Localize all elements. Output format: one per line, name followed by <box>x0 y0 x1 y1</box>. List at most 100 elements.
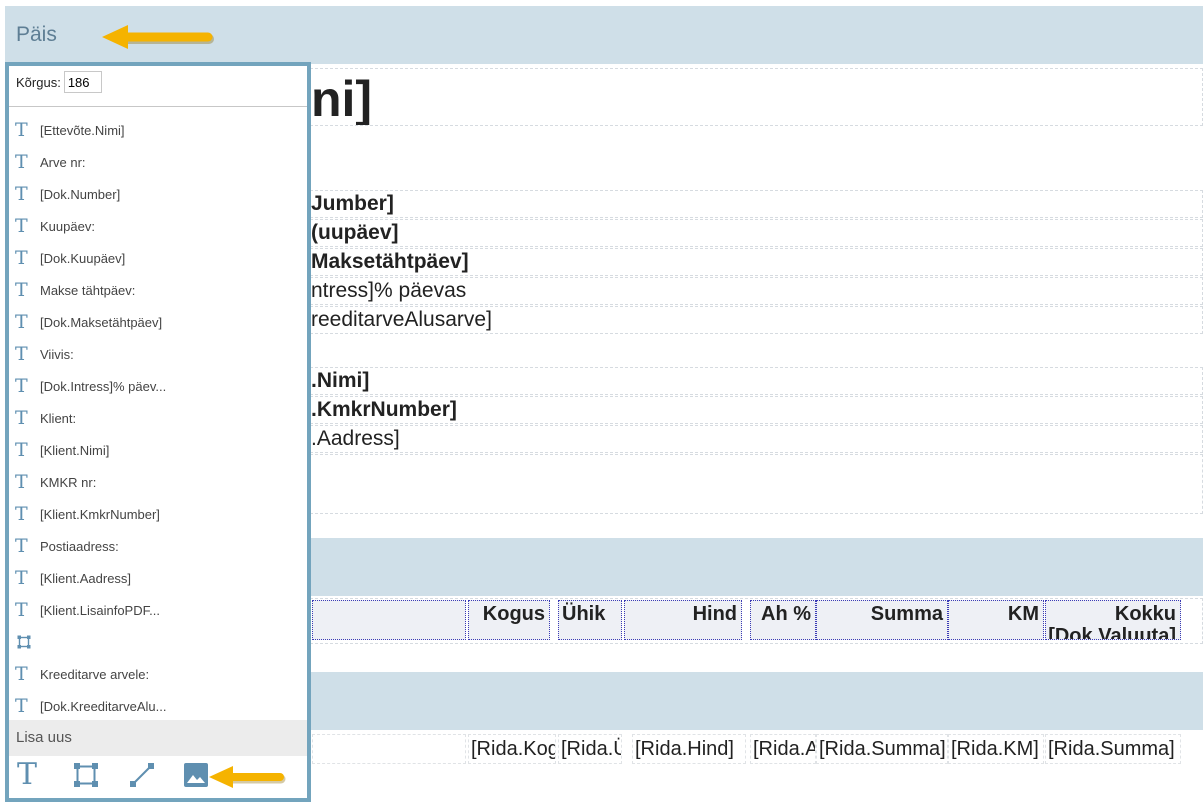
row-cell-km-text: [Rida.KM] <box>951 738 1039 760</box>
rectangle-icon <box>17 635 31 649</box>
element-item[interactable]: T Kreeditarve arvele: <box>9 658 307 690</box>
add-text-button[interactable]: T <box>17 760 47 790</box>
row-cell-km[interactable]: [Rida.KM] <box>948 734 1044 764</box>
canvas-client-address[interactable]: .Aadress] <box>310 425 1203 453</box>
element-item-label: [Dok.Number] <box>40 186 121 202</box>
col-header-kogus-text: Kogus <box>482 603 545 625</box>
height-label: Kõrgus: <box>16 74 61 90</box>
element-item[interactable]: T Postiaadress: <box>9 530 307 562</box>
canvas-client-kmkr-text: .KmkrNumber] <box>311 398 457 421</box>
row-cell-summa[interactable]: [Rida.Summa] <box>816 734 948 764</box>
row-cell-hind[interactable]: [Rida.Hind] <box>632 734 746 764</box>
text-icon: T <box>15 311 28 333</box>
col-header-km[interactable]: KM <box>948 600 1044 640</box>
canvas-dok-interest-text: ntress]% päevas <box>311 279 467 302</box>
element-item-label: [Dok.Kuupäev] <box>40 250 126 266</box>
element-list: T [Ettevõte.Nimi] T Arve nr: T [Dok.Number]… <box>9 114 307 722</box>
row-cell-uhik-text: [Rida.Ühik] <box>561 738 621 760</box>
element-item-label: [Dok.Intress]% päev... <box>40 378 167 394</box>
element-item-label: KMKR nr: <box>40 474 97 490</box>
arrow-annotation-icon <box>102 25 214 49</box>
canvas-dok-credit[interactable]: reeditarveAlusarve] <box>310 306 1203 334</box>
canvas-dok-due-text: Maksetähtpäev] <box>311 250 469 273</box>
element-item-label: Arve nr: <box>40 154 86 170</box>
canvas-dok-date[interactable]: (uupäev] <box>310 219 1203 247</box>
section-title-header: Päis <box>16 23 57 46</box>
text-icon: T <box>15 599 28 621</box>
canvas-dok-date-text: (uupäev] <box>311 221 399 244</box>
text-icon: T <box>15 695 28 717</box>
col-header-hind[interactable]: Hind <box>624 600 742 640</box>
text-icon: T <box>15 151 28 173</box>
element-item-label: Viivis: <box>40 346 74 362</box>
element-item[interactable]: T [Dok.KreeditarveAlu... <box>9 690 307 722</box>
row-cell-ah-text: [Rida.Ah] <box>753 738 815 760</box>
col-header-summa[interactable]: Summa <box>816 600 948 640</box>
element-item[interactable]: T [Klient.Nimi] <box>9 434 307 466</box>
canvas-dok-interest[interactable]: ntress]% päevas <box>310 277 1203 305</box>
element-item[interactable]: T KMKR nr: <box>9 466 307 498</box>
text-icon: T <box>15 407 28 429</box>
panel-divider <box>9 106 307 107</box>
text-icon: T <box>15 343 28 365</box>
element-item-label: [Klient.Aadress] <box>40 570 132 586</box>
element-item-rectangle[interactable] <box>9 626 307 658</box>
text-icon: T <box>15 567 28 589</box>
canvas-company-name[interactable]: ni] <box>310 68 1203 126</box>
col-header-uhik[interactable]: Ühik <box>558 600 622 640</box>
canvas-client-extra[interactable] <box>310 454 1203 514</box>
element-item[interactable]: T Arve nr: <box>9 146 307 178</box>
element-item[interactable]: T Makse tähtpäev: <box>9 274 307 306</box>
element-item[interactable]: T [Klient.KmkrNumber] <box>9 498 307 530</box>
add-line-button[interactable] <box>129 760 159 790</box>
canvas-dok-number[interactable]: Jumber] <box>310 190 1203 218</box>
add-rectangle-button[interactable] <box>73 760 103 790</box>
canvas-client-name-text: .Nimi] <box>311 369 370 392</box>
canvas-dok-number-text: Jumber] <box>311 192 394 215</box>
row-cell-description[interactable] <box>312 734 466 764</box>
add-new-label: Lisa uus <box>16 729 72 746</box>
element-item[interactable]: T [Klient.LisainfoPDF... <box>9 594 307 626</box>
add-new-section: Lisa uus <box>9 720 307 756</box>
element-item-label: Klient: <box>40 410 77 426</box>
text-icon: T <box>15 471 28 493</box>
element-item[interactable]: T [Klient.Aadress] <box>9 562 307 594</box>
row-cell-uhik[interactable]: [Rida.Ühik] <box>558 734 622 764</box>
rectangle-tool-icon <box>74 763 98 787</box>
text-icon: T <box>15 503 28 525</box>
height-input[interactable] <box>63 71 102 93</box>
canvas-dok-due[interactable]: Maksetähtpäev] <box>310 248 1203 276</box>
element-item[interactable]: T Viivis: <box>9 338 307 370</box>
canvas-client-address-text: .Aadress] <box>311 427 400 450</box>
text-icon: T <box>15 215 28 237</box>
element-item-label: Kreeditarve arvele: <box>40 666 150 682</box>
row-cell-kogus[interactable]: [Rida.Kogus] <box>468 734 556 764</box>
height-row: Kõrgus: <box>16 71 102 93</box>
text-icon: T <box>15 247 28 269</box>
col-header-ah[interactable]: Ah % <box>750 600 816 640</box>
col-header-kokku-text: Kokku [Dok.Valuuta] <box>1048 603 1176 640</box>
text-tool-icon: T <box>17 757 38 792</box>
canvas-client-kmkr[interactable]: .KmkrNumber] <box>310 396 1203 424</box>
elements-panel: Kõrgus: T [Ettevõte.Nimi] T Arve nr: T [Dok… <box>5 62 311 802</box>
element-item-label: [Klient.KmkrNumber] <box>40 506 160 522</box>
element-item-label: [Ettevõte.Nimi] <box>40 122 125 138</box>
col-header-kokku[interactable]: Kokku [Dok.Valuuta] <box>1045 600 1181 640</box>
element-item[interactable]: T [Dok.Number] <box>9 178 307 210</box>
text-icon: T <box>15 439 28 461</box>
row-cell-kokku[interactable]: [Rida.Summa] <box>1045 734 1181 764</box>
element-item[interactable]: T Kuupäev: <box>9 210 307 242</box>
element-item[interactable]: T [Dok.Kuupäev] <box>9 242 307 274</box>
element-item[interactable]: T [Ettevõte.Nimi] <box>9 114 307 146</box>
canvas-client-name[interactable]: .Nimi] <box>310 367 1203 395</box>
element-item[interactable]: T Klient: <box>9 402 307 434</box>
row-cell-ah[interactable]: [Rida.Ah] <box>750 734 816 764</box>
col-header-hind-text: Hind <box>692 603 737 625</box>
col-header-kogus[interactable]: Kogus <box>468 600 550 640</box>
col-header-description[interactable] <box>312 600 466 640</box>
text-icon: T <box>15 119 28 141</box>
canvas-dok-credit-text: reeditarveAlusarve] <box>311 308 492 331</box>
element-item[interactable]: T [Dok.Intress]% päev... <box>9 370 307 402</box>
text-icon: T <box>15 535 28 557</box>
element-item[interactable]: T [Dok.Maksetähtpäev] <box>9 306 307 338</box>
